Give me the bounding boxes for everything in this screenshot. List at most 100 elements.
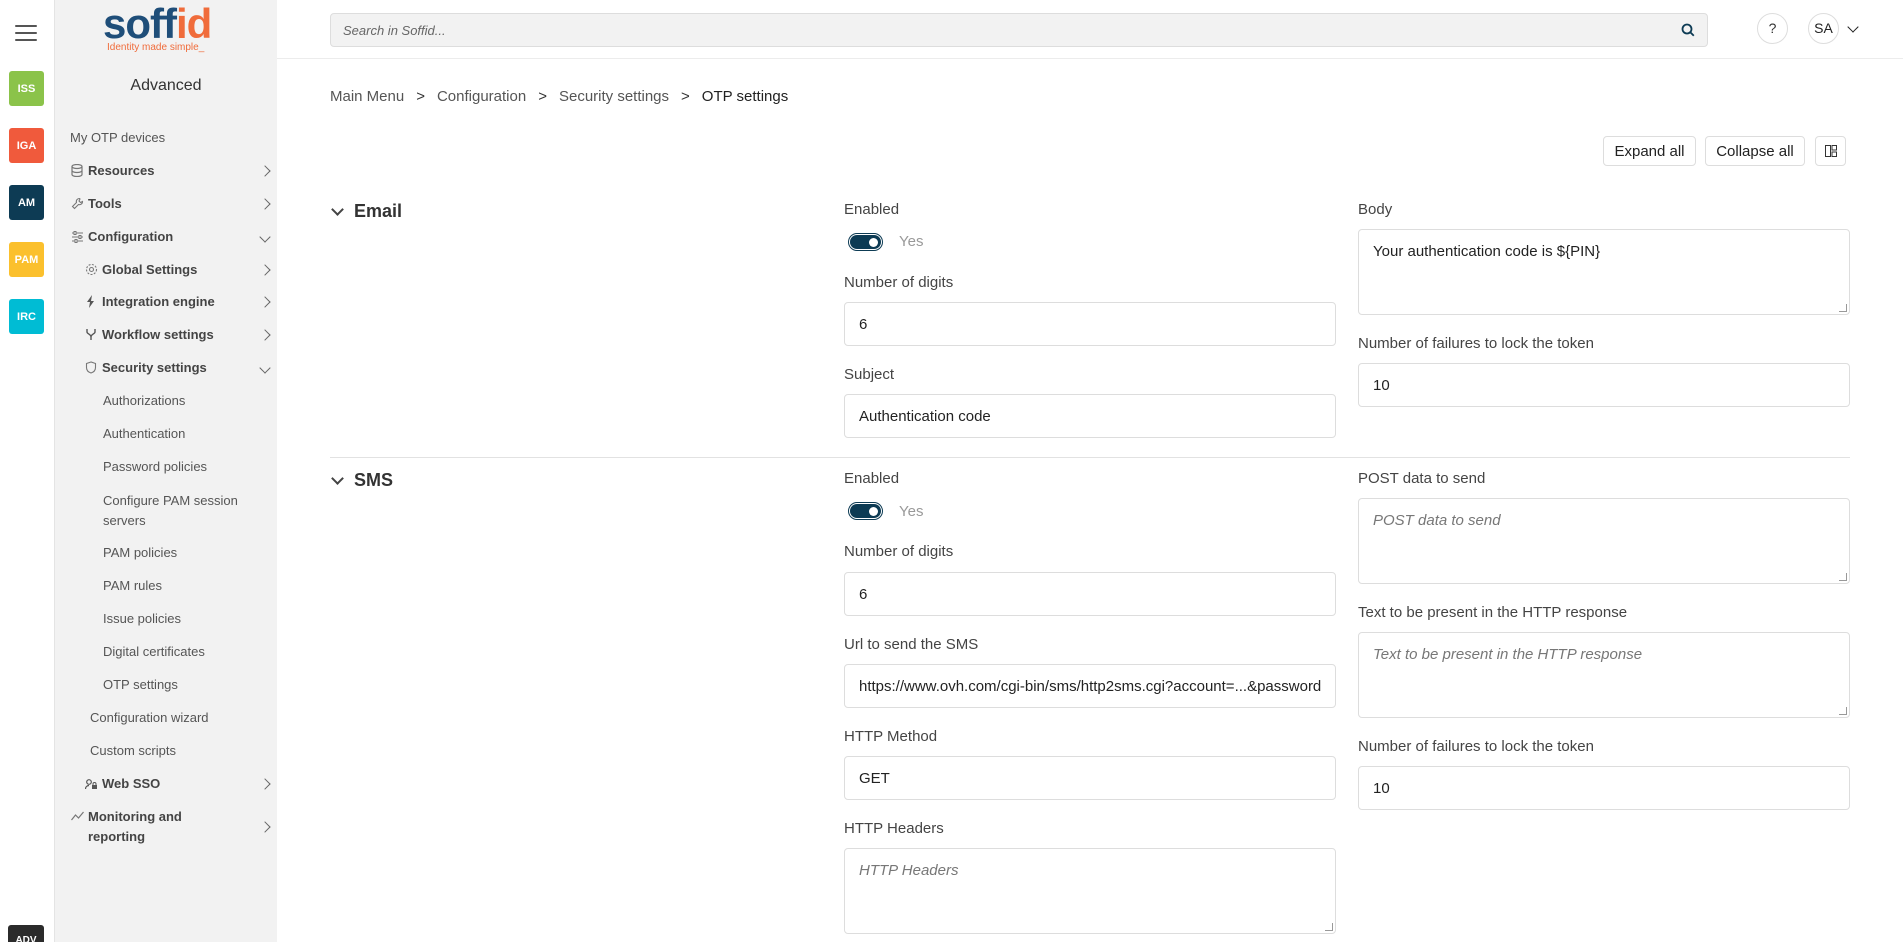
resize-handle-icon[interactable]: [1839, 573, 1847, 581]
sidebar-item-my-otp-devices[interactable]: My OTP devices: [70, 130, 165, 145]
user-avatar[interactable]: SA: [1808, 13, 1839, 44]
email-body-label: Body: [1358, 201, 1393, 218]
chevron-right-icon: [259, 164, 271, 177]
email-digits-label: Number of digits: [844, 274, 954, 291]
sms-failures-input[interactable]: 10: [1358, 766, 1850, 810]
app-am-button[interactable]: AM: [9, 185, 44, 220]
hamburger-menu-icon[interactable]: [15, 25, 37, 41]
sliders-icon: [70, 230, 84, 244]
email-enabled-value: Yes: [899, 233, 924, 250]
chevron-right-icon: [259, 328, 271, 341]
sms-post-label: POST data to send: [1358, 470, 1486, 487]
soffid-logo[interactable]: soffid Identity made simple_: [103, 2, 233, 60]
lightning-icon: [84, 295, 98, 309]
app-adv-button[interactable]: ADV: [8, 925, 44, 942]
sidebar-item-configure-pam-session-servers[interactable]: Configure PAM session servers: [103, 491, 243, 531]
sidebar-item-issue-policies[interactable]: Issue policies: [103, 611, 181, 626]
app-pam-button[interactable]: PAM: [9, 242, 44, 277]
app-iss-button[interactable]: ISS: [9, 71, 44, 106]
sidebar: soffid Identity made simple_ Advanced My…: [55, 0, 277, 942]
app-iga-button[interactable]: IGA: [9, 128, 44, 163]
sidebar-title: Advanced: [130, 77, 202, 94]
email-subject-label: Subject: [844, 366, 895, 383]
layout-toggle-button[interactable]: [1815, 136, 1846, 166]
sms-response-placeholder: Text to be present in the HTTP response: [1373, 646, 1643, 663]
sidebar-item-authentication[interactable]: Authentication: [103, 426, 185, 441]
chevron-down-icon: [259, 230, 271, 243]
sms-enabled-value: Yes: [899, 503, 924, 520]
resize-handle-icon[interactable]: [1839, 304, 1847, 312]
sidebar-item-configuration[interactable]: Configuration: [70, 229, 277, 244]
breadcrumb-main-menu[interactable]: Main Menu: [330, 88, 404, 105]
sidebar-item-security-settings[interactable]: Security settings: [84, 360, 277, 375]
sidebar-item-tools[interactable]: Tools: [70, 196, 277, 211]
section-divider: [330, 457, 1850, 458]
email-enabled-toggle[interactable]: [848, 233, 883, 251]
sidebar-item-label: Configuration: [88, 229, 174, 244]
sms-headers-textarea[interactable]: HTTP Headers: [844, 848, 1336, 934]
search-input[interactable]: [331, 14, 1707, 46]
sidebar-item-pam-policies[interactable]: PAM policies: [103, 545, 177, 560]
sidebar-item-integration-engine[interactable]: Integration engine: [84, 294, 277, 309]
sidebar-item-digital-certificates[interactable]: Digital certificates: [103, 644, 205, 659]
breadcrumb-separator: >: [538, 88, 547, 105]
sms-method-input[interactable]: GET: [844, 756, 1336, 800]
sidebar-item-global-settings[interactable]: Global Settings: [84, 262, 277, 277]
help-button[interactable]: ?: [1757, 13, 1788, 44]
sms-url-input[interactable]: https://www.ovh.com/cgi-bin/sms/http2sms…: [844, 664, 1336, 708]
sms-headers-label: HTTP Headers: [844, 820, 944, 837]
search-icon[interactable]: [1681, 23, 1695, 37]
chevron-down-icon: [331, 203, 344, 216]
chevron-down-icon: [331, 472, 344, 485]
sidebar-item-label: OTP settings: [103, 677, 178, 692]
sidebar-item-configuration-wizard[interactable]: Configuration wizard: [90, 710, 209, 725]
wrench-icon: [70, 197, 84, 211]
chevron-right-icon: [259, 197, 271, 210]
logo-tagline: Identity made simple_: [107, 42, 205, 53]
sms-enabled-label: Enabled: [844, 470, 900, 487]
sms-section-header[interactable]: SMS: [330, 470, 393, 491]
breadcrumb-security-settings[interactable]: Security settings: [559, 88, 669, 105]
resize-handle-icon[interactable]: [1325, 923, 1333, 931]
chevron-right-icon: [259, 295, 271, 308]
email-digits-input[interactable]: 6: [844, 302, 1336, 346]
toggle-track: [849, 234, 881, 249]
global-search[interactable]: [330, 13, 1708, 47]
email-failures-label: Number of failures to lock the token: [1358, 335, 1594, 352]
sms-post-textarea[interactable]: POST data to send: [1358, 498, 1850, 584]
collapse-all-button[interactable]: Collapse all: [1705, 136, 1805, 166]
email-body-textarea[interactable]: Your authentication code is ${PIN}: [1358, 229, 1850, 315]
sidebar-item-pam-rules[interactable]: PAM rules: [103, 578, 162, 593]
chevron-down-icon: [259, 361, 271, 374]
sidebar-item-label: Authorizations: [103, 393, 186, 408]
sidebar-item-label: Global Settings: [102, 262, 198, 277]
sidebar-item-label: My OTP devices: [70, 130, 166, 145]
sidebar-item-otp-settings[interactable]: OTP settings: [103, 677, 178, 692]
sidebar-item-monitoring-and-reporting[interactable]: Monitoring and reporting: [70, 807, 277, 847]
chevron-down-icon[interactable]: [1847, 21, 1859, 33]
email-section-header[interactable]: Email: [330, 201, 402, 222]
email-subject-input[interactable]: Authentication code: [844, 394, 1336, 438]
sms-headers-placeholder: HTTP Headers: [859, 862, 959, 879]
sidebar-item-label: Resources: [88, 163, 155, 178]
sms-enabled-toggle[interactable]: [848, 502, 883, 520]
sidebar-item-workflow-settings[interactable]: Workflow settings: [84, 327, 277, 342]
layout-icon: [1824, 145, 1837, 157]
sms-response-textarea[interactable]: Text to be present in the HTTP response: [1358, 632, 1850, 718]
sidebar-item-label: PAM policies: [103, 545, 178, 560]
breadcrumb-separator: >: [681, 88, 690, 105]
app-irc-button[interactable]: IRC: [9, 299, 44, 334]
sidebar-item-authorizations[interactable]: Authorizations: [103, 393, 185, 408]
section-title: Email: [354, 201, 403, 221]
sidebar-item-label: Digital certificates: [103, 644, 205, 659]
sidebar-item-web-sso[interactable]: Web SSO: [84, 776, 277, 791]
breadcrumb-configuration[interactable]: Configuration: [437, 88, 526, 105]
resize-handle-icon[interactable]: [1839, 707, 1847, 715]
sidebar-item-resources[interactable]: Resources: [70, 163, 277, 178]
email-failures-input[interactable]: 10: [1358, 363, 1850, 407]
expand-all-button[interactable]: Expand all: [1603, 136, 1696, 166]
sidebar-item-custom-scripts[interactable]: Custom scripts: [90, 743, 176, 758]
sidebar-item-password-policies[interactable]: Password policies: [103, 459, 207, 474]
sms-digits-input[interactable]: 6: [844, 572, 1336, 616]
sms-response-label: Text to be present in the HTTP response: [1358, 604, 1628, 621]
